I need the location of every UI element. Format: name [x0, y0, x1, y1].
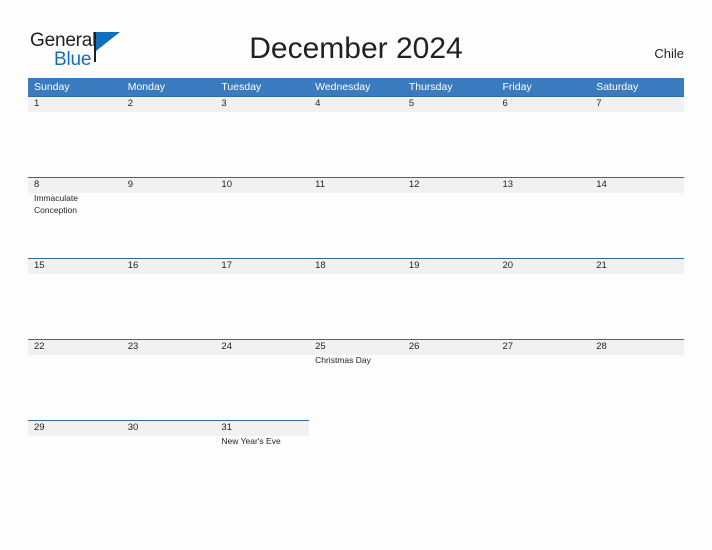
day-cell-16[interactable]: 16 — [122, 258, 216, 273]
day-cell-1[interactable]: 1 — [28, 96, 122, 111]
day-number: 12 — [408, 179, 420, 190]
day-cell-22[interactable]: 22 — [28, 339, 122, 367]
day-number: 24 — [221, 341, 232, 352]
day-events: Immaculate Conception — [34, 192, 122, 216]
day-cell-21[interactable]: 21 — [590, 258, 684, 273]
weekday-header-wednesday: Wednesday — [315, 81, 371, 93]
day-events: Christmas Day — [315, 354, 403, 367]
day-number: 29 — [34, 422, 45, 433]
day-number: 17 — [221, 260, 232, 271]
day-number: 2 — [127, 98, 133, 109]
day-cell-14[interactable]: 14 — [590, 177, 684, 216]
day-number: 9 — [127, 179, 133, 190]
week-day-cells: 8 Immaculate Conception 9 10 11 12 13 14 — [28, 177, 684, 216]
day-cell-empty — [590, 420, 684, 448]
week-day-cells: 29 30 31 New Year's Eve — [28, 420, 684, 448]
day-cell-24[interactable]: 24 — [215, 339, 309, 367]
day-number: 28 — [596, 341, 607, 352]
day-cell-29[interactable]: 29 — [28, 420, 122, 448]
weekday-header-tuesday: Tuesday — [221, 81, 262, 93]
day-cell-empty — [497, 420, 591, 448]
day-cell-4[interactable]: 4 — [309, 96, 403, 111]
day-number: 5 — [408, 98, 415, 109]
calendar-page: General Blue December 2024 Chile Sunday M… — [0, 0, 712, 550]
day-number: 18 — [315, 260, 326, 271]
weekday-header-row: Sunday Monday Tuesday Wednesday Thursday Frid… — [28, 78, 684, 96]
day-number: 11 — [315, 179, 325, 190]
holiday-label: Immaculate Conception — [34, 193, 78, 215]
day-number: 19 — [408, 260, 420, 271]
day-number: 22 — [34, 341, 45, 352]
calendar-weeks: 1 2 3 4 5 6 7 8 Immaculate Conception 9 10 11 12 13 14… — [28, 96, 684, 480]
holiday-label: Christmas Day — [315, 355, 371, 365]
day-cell-3[interactable]: 3 — [215, 96, 309, 111]
week-day-cells: 22 23 24 25 Christmas Day 26 27 28 — [28, 339, 684, 367]
day-cell-25[interactable]: 25 Christmas Day — [309, 339, 403, 367]
day-cell-27[interactable]: 27 — [497, 339, 591, 367]
day-cell-15[interactable]: 15 — [28, 258, 122, 273]
day-number: 15 — [34, 260, 45, 271]
day-number: 4 — [315, 98, 321, 109]
day-cell-12[interactable]: 12 — [403, 177, 497, 216]
day-cell-30[interactable]: 30 — [122, 420, 216, 448]
page-header: General Blue December 2024 Chile — [0, 0, 712, 78]
day-number: 7 — [596, 98, 602, 109]
weekday-header-sunday: Sunday — [34, 81, 70, 93]
day-cell-20[interactable]: 20 — [497, 258, 591, 273]
calendar-week-row: 22 23 24 25 Christmas Day 26 27 28 — [28, 339, 684, 420]
day-cell-2[interactable]: 2 — [122, 96, 216, 111]
weekday-header-saturday: Saturday — [596, 81, 639, 93]
day-cell-9[interactable]: 9 — [122, 177, 216, 216]
day-number: 27 — [502, 341, 514, 352]
holiday-label: New Year's Eve — [221, 436, 281, 446]
day-number: 13 — [502, 179, 514, 190]
day-number: 8 — [34, 179, 40, 190]
day-cell-5[interactable]: 5 — [403, 96, 497, 111]
day-cell-13[interactable]: 13 — [497, 177, 591, 216]
day-number: 16 — [127, 260, 139, 271]
day-cell-8[interactable]: 8 Immaculate Conception — [28, 177, 122, 216]
day-number: 14 — [596, 179, 607, 190]
calendar-week-row: 15 16 17 18 19 20 21 — [28, 258, 684, 339]
week-day-cells: 1 2 3 4 5 6 7 — [28, 96, 684, 111]
day-cell-31[interactable]: 31 New Year's Eve — [215, 420, 309, 448]
day-cell-17[interactable]: 17 — [215, 258, 309, 273]
page-title: December 2024 — [249, 32, 463, 65]
day-number: 6 — [502, 98, 508, 109]
weekday-header-monday: Monday — [127, 81, 166, 93]
day-cell-11[interactable]: 11 — [309, 177, 403, 216]
day-cell-empty — [403, 420, 497, 448]
weekday-header-thursday: Thursday — [408, 81, 453, 93]
day-number: 3 — [221, 98, 227, 109]
day-cell-23[interactable]: 23 — [122, 339, 216, 367]
day-number: 23 — [127, 341, 139, 352]
day-number: 1 — [34, 98, 40, 109]
day-cell-19[interactable]: 19 — [403, 258, 497, 273]
day-number: 25 — [315, 341, 326, 352]
day-cell-6[interactable]: 6 — [497, 96, 591, 111]
day-number: 10 — [221, 179, 232, 190]
calendar-week-row: 1 2 3 4 5 6 7 — [28, 96, 684, 177]
region-label: Chile — [654, 46, 684, 61]
day-number: 21 — [596, 260, 607, 271]
day-cell-26[interactable]: 26 — [403, 339, 497, 367]
calendar-week-row: 8 Immaculate Conception 9 10 11 12 13 14 — [28, 177, 684, 258]
week-day-cells: 15 16 17 18 19 20 21 — [28, 258, 684, 273]
day-number: 30 — [127, 422, 139, 433]
day-cell-18[interactable]: 18 — [309, 258, 403, 273]
day-number: 20 — [502, 260, 514, 271]
day-cell-7[interactable]: 7 — [590, 96, 684, 111]
calendar-week-row: 29 30 31 New Year's Eve — [28, 420, 684, 480]
day-cell-28[interactable]: 28 — [590, 339, 684, 367]
calendar-grid: Sunday Monday Tuesday Wednesday Thursday Frid… — [28, 78, 684, 480]
day-number: 31 — [221, 422, 232, 433]
day-cell-10[interactable]: 10 — [215, 177, 309, 216]
day-events: New Year's Eve — [221, 435, 309, 448]
day-cell-empty — [309, 420, 403, 448]
weekday-header-friday: Friday — [502, 81, 532, 93]
day-number: 26 — [408, 341, 420, 352]
